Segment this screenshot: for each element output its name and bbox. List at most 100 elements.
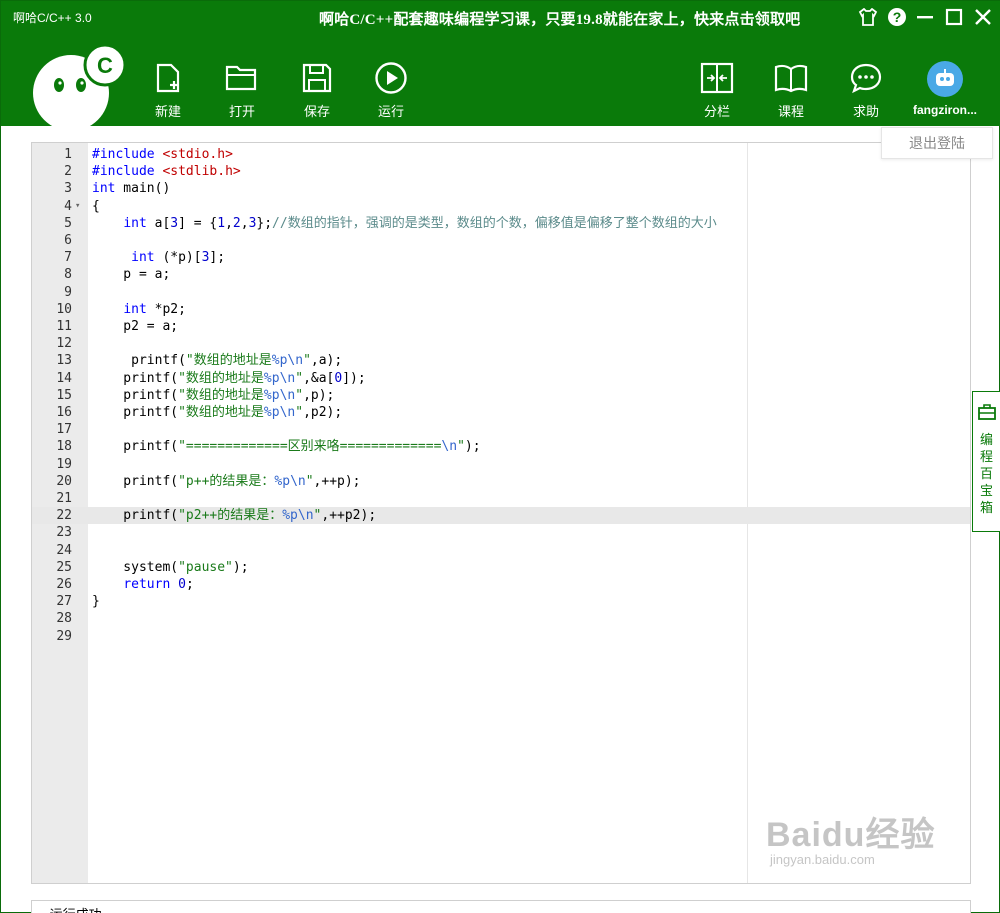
code-text[interactable]: int a[3] = {1,2,3};//数组的指针，强调的是类型，数组的个数，… bbox=[92, 215, 716, 232]
open-label: 打开 bbox=[228, 105, 255, 120]
avatar[interactable] bbox=[927, 61, 963, 97]
split-view-icon bbox=[700, 61, 734, 95]
baidu-watermark: Baidu经验 jingyan.baidu.com bbox=[766, 807, 935, 867]
line-number: 23 bbox=[56, 525, 72, 541]
aha-logo: C bbox=[29, 43, 129, 131]
code-text[interactable]: return 0; bbox=[92, 576, 193, 593]
code-line[interactable]: 15 printf("数组的地址是%p\n",p); bbox=[32, 387, 970, 404]
save-button[interactable]: 保存 bbox=[289, 61, 345, 121]
line-number: 14 bbox=[56, 370, 72, 386]
promo-banner[interactable]: 啊哈C/C++配套趣味编程学习课，只要19.8就能在家上，快来点击领取吧 bbox=[319, 8, 800, 29]
code-text[interactable]: p2 = a; bbox=[92, 318, 178, 335]
app-title: 啊哈C/C++ 3.0 bbox=[13, 11, 92, 25]
code-text[interactable]: int (*p)[3]; bbox=[92, 249, 225, 266]
code-line[interactable]: 9 bbox=[32, 284, 970, 301]
code-line[interactable]: 24 bbox=[32, 542, 970, 559]
code-text[interactable]: #include <stdio.h> bbox=[92, 146, 233, 163]
code-text[interactable]: int main() bbox=[92, 180, 170, 197]
code-text[interactable]: printf("=============区别来咯=============\n… bbox=[92, 438, 480, 455]
code-line[interactable]: 1 #include <stdio.h> bbox=[32, 146, 970, 163]
line-number: 16 bbox=[56, 405, 72, 420]
code-text[interactable]: p = a; bbox=[92, 266, 170, 283]
skin-icon[interactable] bbox=[857, 6, 879, 28]
new-button[interactable]: 新建 bbox=[140, 61, 196, 121]
code-line[interactable]: 25 system("pause"); bbox=[32, 559, 970, 576]
code-line[interactable]: 10 int *p2; bbox=[32, 301, 970, 318]
folder-icon bbox=[225, 61, 259, 95]
maximize-icon[interactable] bbox=[943, 6, 965, 28]
code-line[interactable]: 13 printf("数组的地址是%p\n",a); bbox=[32, 352, 970, 369]
code-line[interactable]: 2 #include <stdlib.h> bbox=[32, 163, 970, 180]
code-line[interactable]: 21 bbox=[32, 490, 970, 507]
open-button[interactable]: 打开 bbox=[214, 61, 270, 121]
line-number: 1 bbox=[64, 147, 72, 162]
line-number: 11 bbox=[56, 319, 72, 334]
username[interactable]: fangziron... bbox=[913, 103, 977, 117]
code-line[interactable]: 27} bbox=[32, 593, 970, 610]
line-number: 5 bbox=[64, 215, 72, 231]
code-text[interactable]: printf("数组的地址是%p\n",p2); bbox=[92, 404, 342, 421]
code-text[interactable]: #include <stdlib.h> bbox=[92, 163, 241, 180]
user-menu[interactable]: fangziron... bbox=[905, 61, 985, 117]
code-line[interactable]: 5 int a[3] = {1,2,3};//数组的指针，强调的是类型，数组的个… bbox=[32, 215, 970, 232]
watermark-main: Baidu经验 bbox=[766, 816, 936, 854]
split-label: 分栏 bbox=[703, 105, 730, 120]
line-number: 10 bbox=[56, 301, 72, 317]
floppy-disk-icon bbox=[300, 61, 334, 95]
code-text[interactable]: system("pause"); bbox=[92, 559, 248, 576]
code-line[interactable]: 6 bbox=[32, 232, 970, 249]
minimize-icon[interactable] bbox=[914, 6, 936, 28]
line-number: 12 bbox=[56, 336, 72, 352]
code-text[interactable]: printf("p2++的结果是：%p\n",++p2); bbox=[92, 507, 376, 524]
code-text[interactable]: printf("数组的地址是%p\n",p); bbox=[92, 387, 334, 404]
run-button[interactable]: 运行 bbox=[363, 61, 419, 121]
code-line[interactable]: 3 int main() bbox=[32, 180, 970, 197]
code-editor[interactable]: 1 #include <stdio.h> 2 #include <stdlib.h> 3… bbox=[31, 142, 971, 884]
code-text[interactable]: printf("数组的地址是%p\n",&a[0]); bbox=[92, 370, 365, 387]
code-line[interactable]: 11 p2 = a; bbox=[32, 318, 970, 335]
code-line[interactable]: 16 printf("数组的地址是%p\n",p2); bbox=[32, 404, 970, 421]
logout-menu-item[interactable]: 退出登陆 bbox=[881, 127, 993, 159]
fold-toggle-icon[interactable]: ▾ bbox=[75, 198, 80, 215]
line-number: 26 bbox=[56, 577, 72, 592]
code-line[interactable]: 12 bbox=[32, 335, 970, 352]
code-line[interactable]: 22 printf("p2++的结果是：%p\n",++p2); bbox=[32, 507, 970, 525]
code-text[interactable]: printf("p++的结果是：%p\n",++p); bbox=[92, 473, 360, 490]
code-text[interactable]: } bbox=[92, 593, 100, 610]
output-status: --运行成功-- bbox=[34, 904, 117, 913]
code-text[interactable]: { bbox=[92, 198, 100, 215]
save-label: 保存 bbox=[303, 105, 330, 120]
code-text[interactable]: printf("数组的地址是%p\n",a); bbox=[92, 352, 342, 369]
book-icon bbox=[774, 61, 808, 95]
line-number: 28 bbox=[56, 611, 72, 627]
line-number: 4 bbox=[64, 198, 72, 214]
code-line[interactable]: 7 int (*p)[3]; bbox=[32, 249, 970, 266]
toolbox-panel-tab[interactable]: 编程百宝箱 bbox=[972, 391, 1000, 532]
new-label: 新建 bbox=[154, 105, 181, 120]
help-button[interactable]: 求助 bbox=[838, 61, 894, 121]
code-line[interactable]: 14 printf("数组的地址是%p\n",&a[0]); bbox=[32, 370, 970, 387]
code-text[interactable]: int *p2; bbox=[92, 301, 186, 318]
code-line[interactable]: 18 printf("=============区别来咯============… bbox=[32, 438, 970, 455]
close-icon[interactable] bbox=[972, 6, 994, 28]
code-line[interactable]: 19 bbox=[32, 456, 970, 473]
code-line[interactable]: 29 bbox=[32, 628, 970, 645]
help-label: 求助 bbox=[852, 105, 879, 120]
course-button[interactable]: 课程 bbox=[763, 61, 819, 121]
code-line[interactable]: 26 return 0; bbox=[32, 576, 970, 593]
run-label: 运行 bbox=[377, 105, 404, 120]
split-button[interactable]: 分栏 bbox=[689, 61, 745, 121]
line-number: 7 bbox=[64, 250, 72, 266]
code-line[interactable]: 23 bbox=[32, 524, 970, 541]
play-icon bbox=[374, 61, 408, 95]
line-number: 6 bbox=[64, 233, 72, 248]
code-line[interactable]: 8 p = a; bbox=[32, 266, 970, 283]
output-panel: --运行成功-- bbox=[31, 900, 971, 913]
line-number: 20 bbox=[56, 473, 72, 489]
code-line[interactable]: 17 bbox=[32, 421, 970, 438]
line-number: 13 bbox=[56, 353, 72, 369]
code-line[interactable]: 28 bbox=[32, 610, 970, 627]
help-circle-icon[interactable]: ? bbox=[886, 6, 908, 28]
code-line[interactable]: 20 printf("p++的结果是：%p\n",++p); bbox=[32, 473, 970, 490]
code-line[interactable]: 4 ▾ { bbox=[32, 198, 970, 215]
